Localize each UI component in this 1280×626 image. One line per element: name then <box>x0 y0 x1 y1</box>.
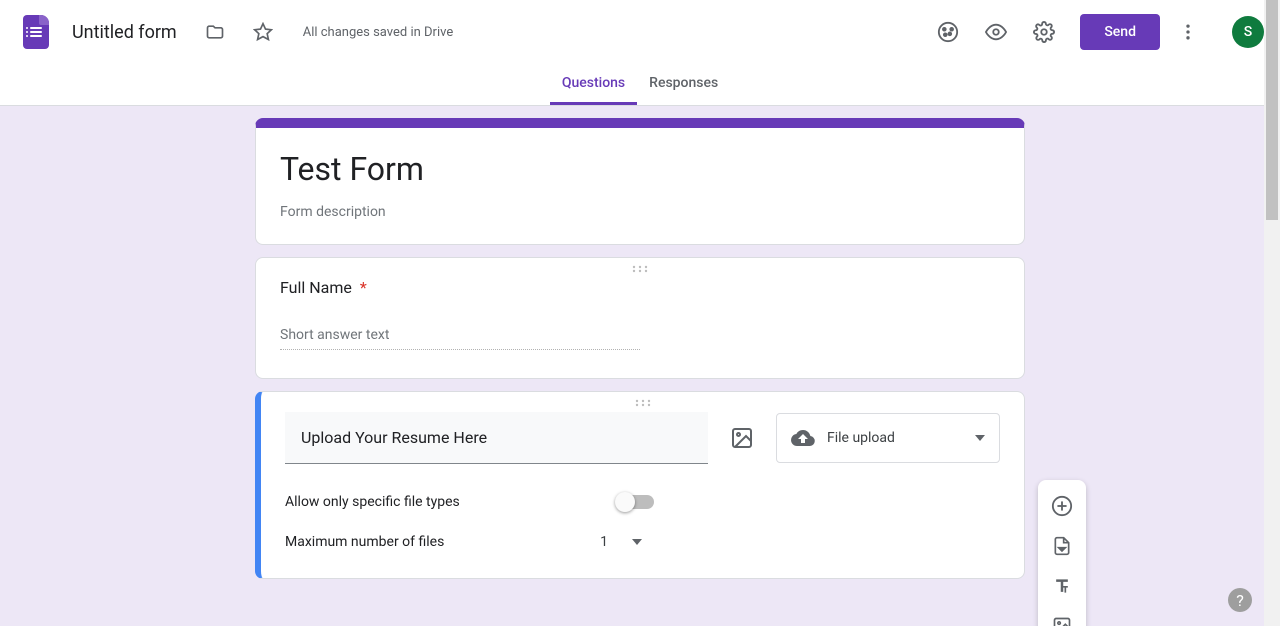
tab-responses[interactable]: Responses <box>637 64 730 105</box>
form-title[interactable]: Test Form <box>280 150 1000 188</box>
form-header-card[interactable]: Test Form Form description <box>255 118 1025 245</box>
short-answer-placeholder: Short answer text <box>280 327 640 350</box>
move-to-folder-icon[interactable] <box>195 12 235 52</box>
question-label-text: Full Name <box>280 278 352 297</box>
customize-theme-icon[interactable] <box>928 12 968 52</box>
document-title[interactable]: Untitled form <box>72 22 177 43</box>
vertical-scrollbar[interactable] <box>1264 0 1280 626</box>
account-avatar[interactable]: S <box>1232 16 1264 48</box>
send-button[interactable]: Send <box>1080 14 1160 50</box>
dropdown-arrow-icon <box>975 435 985 441</box>
drag-handle-icon[interactable] <box>630 264 650 274</box>
add-image-toolbar-icon[interactable] <box>1044 608 1080 626</box>
floating-toolbar <box>1038 480 1086 626</box>
save-status: All changes saved in Drive <box>303 25 454 40</box>
settings-icon[interactable] <box>1024 12 1064 52</box>
max-files-select[interactable]: 1 <box>600 534 642 550</box>
drag-handle-icon[interactable] <box>633 398 653 408</box>
dropdown-arrow-icon <box>632 539 642 545</box>
form-canvas: Test Form Form description Full Name * S… <box>0 106 1280 626</box>
question-label[interactable]: Full Name * <box>280 278 1000 297</box>
option-max-files-label: Maximum number of files <box>285 534 444 550</box>
cloud-upload-icon <box>791 426 815 450</box>
preview-icon[interactable] <box>976 12 1016 52</box>
app-header: Untitled form All changes saved in Drive… <box>0 0 1280 64</box>
question-type-label: File upload <box>827 430 963 446</box>
add-title-icon[interactable] <box>1044 568 1080 604</box>
scrollbar-thumb[interactable] <box>1266 0 1278 220</box>
help-icon[interactable]: ? <box>1228 588 1252 612</box>
max-files-value: 1 <box>600 534 608 550</box>
editor-tabs: Questions Responses <box>0 64 1280 106</box>
option-specific-types-label: Allow only specific file types <box>285 494 460 510</box>
import-questions-icon[interactable] <box>1044 528 1080 564</box>
tab-questions[interactable]: Questions <box>550 64 637 105</box>
form-description[interactable]: Form description <box>280 204 1000 220</box>
question-card-active[interactable]: File upload Allow only specific file typ… <box>255 391 1025 579</box>
add-question-icon[interactable] <box>1044 488 1080 524</box>
required-mark: * <box>360 278 367 297</box>
star-icon[interactable] <box>243 12 283 52</box>
question-title-input[interactable] <box>285 412 708 464</box>
more-options-icon[interactable] <box>1168 12 1208 52</box>
specific-types-toggle[interactable] <box>617 495 654 509</box>
question-type-select[interactable]: File upload <box>776 413 1000 463</box>
add-image-icon[interactable] <box>724 420 760 456</box>
app-logo[interactable] <box>16 12 56 52</box>
question-card[interactable]: Full Name * Short answer text <box>255 257 1025 379</box>
